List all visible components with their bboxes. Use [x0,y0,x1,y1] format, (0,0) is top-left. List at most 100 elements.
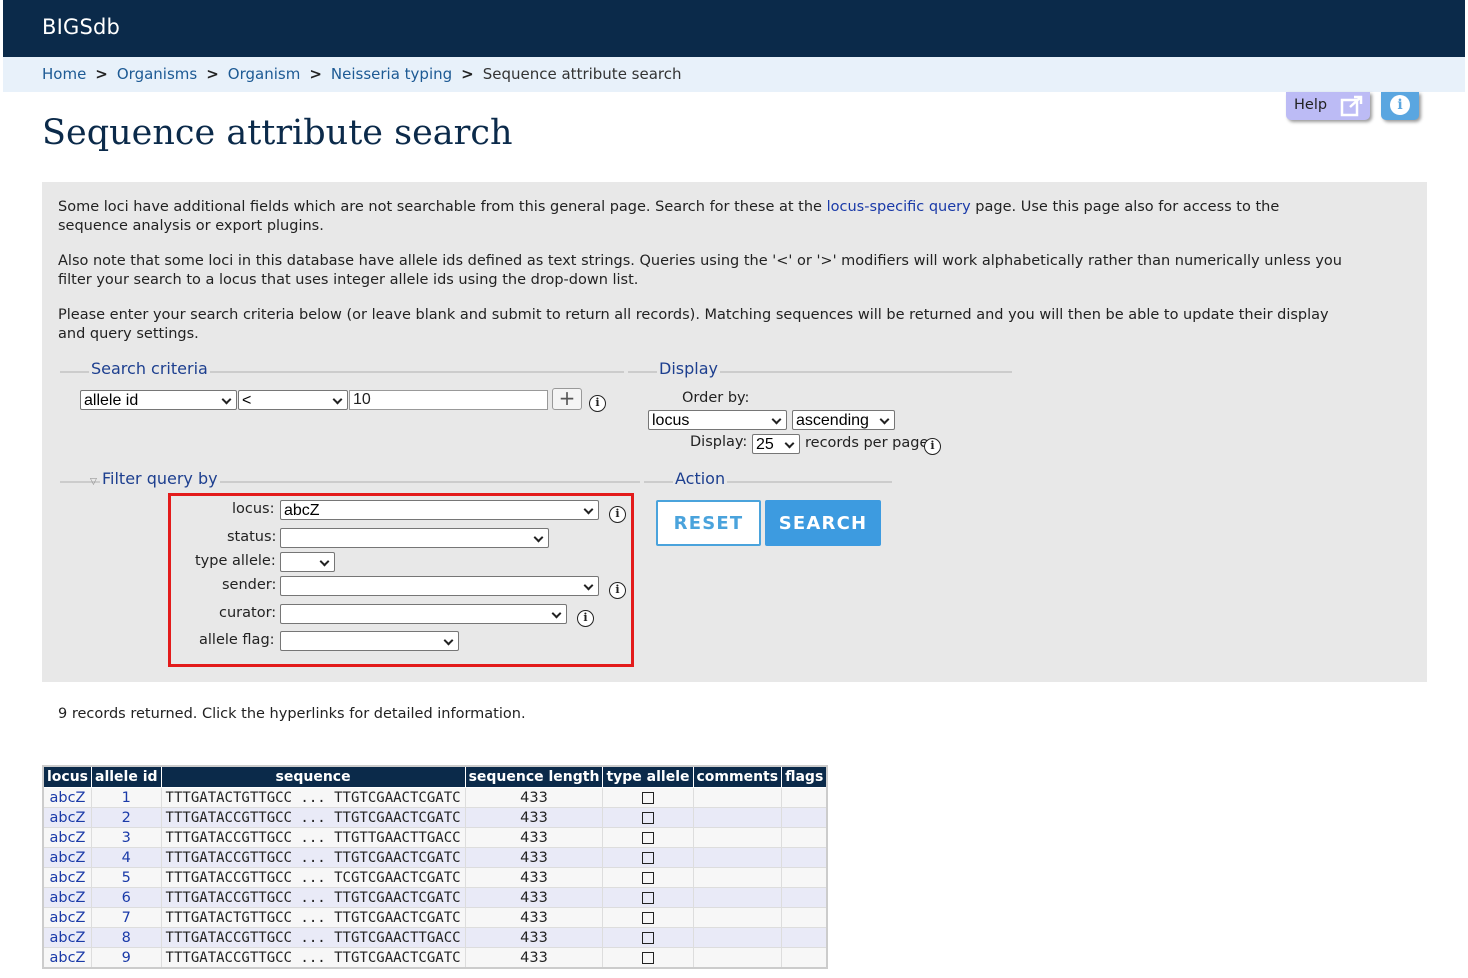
records-per-page-label: records per page [805,435,929,451]
add-criteria-button[interactable]: + [552,388,582,410]
sequence-length-cell: 433 [464,787,604,808]
column-header-allele-id: allele id [91,765,162,788]
table-row: abcZ 9 TTTGATACCGTTGCC ... TTGTCGAACTCGATC… [42,947,828,969]
locus-cell: abcZ [42,827,93,848]
flags-cell [781,847,828,868]
order-direction-select[interactable]: ascending [792,410,895,430]
search-button[interactable]: SEARCH [765,500,881,546]
locus-link[interactable]: abcZ [50,890,86,906]
sequence-cell: TTTGATACCGTTGCC ... TTGTCGAACTCGATC [160,807,466,828]
locus-label: locus: [232,501,275,517]
locus-link[interactable]: abcZ [50,850,86,866]
sender-info-icon[interactable]: i [609,582,626,599]
breadcrumb: Home > Organisms > Organism > Neisseria typing… [3,57,1465,92]
allele-id-link[interactable]: 5 [122,870,131,886]
status-select[interactable] [280,528,549,548]
breadcrumb-home[interactable]: Home [42,65,86,83]
locus-info-icon[interactable]: i [609,506,626,523]
records-per-page-select[interactable]: 25 [752,434,800,454]
column-header-sequence-length: sequence length [464,765,604,788]
help-button[interactable]: Help [1286,92,1370,120]
breadcrumb-separator: > [309,65,322,83]
locus-cell: abcZ [42,887,93,908]
search-operator-select[interactable]: < [238,390,348,410]
column-header-type-allele: type allele [602,765,694,788]
table-row: abcZ 4 TTTGATACCGTTGCC ... TTGTCGAACTCGATC… [42,847,828,868]
allele-id-cell: 1 [91,787,162,808]
search-criteria-info-icon[interactable]: i [589,395,606,412]
allele-id-link[interactable]: 8 [122,930,131,946]
intro-text: Some loci have additional fields which a… [58,199,827,215]
locus-link[interactable]: abcZ [50,870,86,886]
flags-cell [781,907,828,928]
curator-select[interactable] [280,604,567,624]
locus-cell: abcZ [42,807,93,828]
table-row: abcZ 3 TTTGATACCGTTGCC ... TTGTTGAACTTGACC… [42,827,828,848]
allele-id-link[interactable]: 3 [122,830,131,846]
sequence-length-cell: 433 [464,947,604,969]
flags-cell [781,787,828,808]
comments-cell [692,827,783,848]
brand-title[interactable]: BIGSdb [42,15,120,39]
allele-id-link[interactable]: 1 [122,790,131,806]
comments-cell [692,867,783,888]
locus-specific-query-link[interactable]: locus-specific query [827,199,971,215]
type-allele-cell [602,887,694,908]
locus-link[interactable]: abcZ [50,810,86,826]
reset-button[interactable]: RESET [656,500,761,546]
sequence-length-cell: 433 [464,827,604,848]
allele-flag-label: allele flag: [199,632,275,648]
locus-select[interactable]: abcZ [280,500,599,520]
locus-cell: abcZ [42,847,93,868]
flags-cell [781,887,828,908]
type-allele-select[interactable] [280,552,335,572]
flags-cell [781,827,828,848]
type-allele-cell [602,947,694,969]
table-row: abcZ 6 TTTGATACCGTTGCC ... TTGTCGAACTCGATC… [42,887,828,908]
allele-flag-select[interactable] [280,631,459,651]
info-icon: i [1390,95,1410,115]
locus-cell: abcZ [42,787,93,808]
status-label: status: [227,529,277,545]
type-allele-label: type allele: [195,553,276,569]
locus-cell: abcZ [42,907,93,928]
locus-link[interactable]: abcZ [50,950,86,966]
comments-cell [692,847,783,868]
locus-link[interactable]: abcZ [50,930,86,946]
allele-id-link[interactable]: 9 [122,950,131,966]
search-criteria-legend: Search criteria [89,359,210,378]
collapse-triangle-icon[interactable]: ▽ [90,477,97,487]
display-label: Display: [690,434,748,450]
sender-select[interactable] [280,576,599,596]
allele-id-link[interactable]: 2 [122,810,131,826]
flags-cell [781,867,828,888]
curator-info-icon[interactable]: i [577,610,594,627]
display-info-icon[interactable]: i [924,438,941,455]
type-allele-checkbox-icon [641,871,654,884]
action-legend: Action [673,469,728,488]
allele-id-link[interactable]: 7 [122,910,131,926]
type-allele-checkbox-icon [641,931,654,944]
locus-link[interactable]: abcZ [50,910,86,926]
display-legend: Display [657,359,720,378]
allele-id-link[interactable]: 6 [122,890,131,906]
search-value-input[interactable]: 10 [349,390,548,410]
order-by-label: Order by: [682,390,750,406]
search-field-select[interactable]: allele id [80,390,237,410]
sequence-cell: TTTGATACCGTTGCC ... TTGTCGAACTCGATC [160,887,466,908]
results-count: 9 records returned. Click the hyperlinks… [58,706,526,722]
breadcrumb-organisms[interactable]: Organisms [117,65,197,83]
flags-cell [781,947,828,969]
filter-legend[interactable]: Filter query by [100,469,220,488]
locus-link[interactable]: abcZ [50,790,86,806]
allele-id-link[interactable]: 4 [122,850,131,866]
breadcrumb-separator: > [95,65,108,83]
page-info-button[interactable]: i [1381,92,1419,120]
locus-link[interactable]: abcZ [50,830,86,846]
breadcrumb-organism[interactable]: Organism [228,65,301,83]
allele-id-cell: 5 [91,867,162,888]
breadcrumb-neisseria-typing[interactable]: Neisseria typing [331,65,452,83]
intro-paragraph-2: Also note that some loci in this databas… [58,253,1342,288]
breadcrumb-separator: > [206,65,219,83]
order-by-select[interactable]: locus [648,410,787,430]
